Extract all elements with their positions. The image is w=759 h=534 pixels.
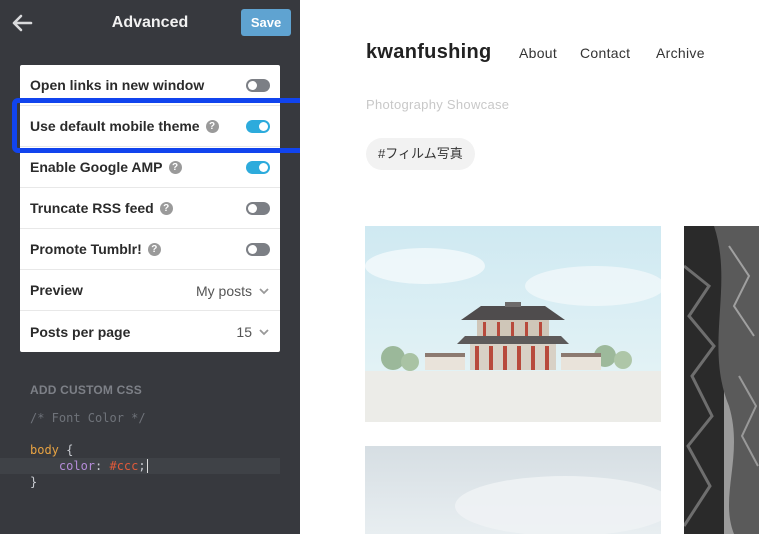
css-rule-close: } xyxy=(30,475,38,489)
arrow-left-icon xyxy=(12,14,33,32)
setting-promote-tumblr: Promote Tumblr! ? xyxy=(20,229,280,270)
post-photo-temple[interactable] xyxy=(365,226,661,422)
preview-select[interactable]: My posts xyxy=(196,270,270,311)
css-semicolon: ; xyxy=(138,459,146,473)
temple-image xyxy=(365,226,661,422)
nav-about[interactable]: About xyxy=(519,45,557,61)
setting-label: Posts per page xyxy=(30,323,131,340)
nav-archive[interactable]: Archive xyxy=(656,45,705,61)
css-selector: body xyxy=(30,443,59,457)
text-cursor xyxy=(146,459,148,473)
open-links-toggle[interactable] xyxy=(246,79,270,92)
css-rule-open: body { xyxy=(30,442,280,458)
custom-css-heading: ADD CUSTOM CSS xyxy=(30,383,142,397)
truncate-rss-toggle[interactable] xyxy=(246,202,270,215)
tag-pill[interactable]: #フィルム写真 xyxy=(366,138,475,170)
blog-title[interactable]: kwanfushing xyxy=(366,41,492,64)
customize-sidebar: Advanced Save Open links in new window U… xyxy=(0,0,300,534)
google-amp-toggle[interactable] xyxy=(246,161,270,174)
toggle-knob xyxy=(248,81,257,90)
post-photo-sky[interactable] xyxy=(365,446,661,534)
setting-google-amp: Enable Google AMP ? xyxy=(20,147,280,188)
tree-image xyxy=(684,226,759,534)
toggle-knob xyxy=(248,204,257,213)
css-value: #ccc xyxy=(109,459,139,473)
custom-css-editor[interactable]: /* Font Color */ body { color: #ccc; } xyxy=(0,410,280,490)
posts-per-page-value: 15 xyxy=(236,323,252,340)
nav-contact[interactable]: Contact xyxy=(580,45,630,61)
blog-description: Photography Showcase xyxy=(366,97,510,112)
css-property: color xyxy=(58,459,96,473)
sky-image xyxy=(365,446,661,534)
save-button[interactable]: Save xyxy=(241,9,291,36)
css-open-brace: { xyxy=(58,443,74,457)
setting-label: Truncate RSS feed xyxy=(30,200,154,216)
css-comment: /* Font Color */ xyxy=(30,411,146,425)
post-photo-tree[interactable] xyxy=(684,226,759,534)
setting-label: Promote Tumblr! xyxy=(30,241,142,257)
chevron-down-icon xyxy=(259,287,269,294)
posts-per-page-select[interactable]: 15 xyxy=(236,311,270,352)
sidebar-header: Advanced Save xyxy=(0,0,300,45)
css-colon: : xyxy=(95,459,110,473)
setting-posts-per-page: Posts per page 15 xyxy=(20,311,280,352)
chevron-down-icon xyxy=(259,328,269,335)
question-circle-icon[interactable]: ? xyxy=(147,242,161,256)
promote-tumblr-toggle[interactable] xyxy=(246,243,270,256)
setting-preview: Preview My posts xyxy=(20,270,280,311)
toggle-knob xyxy=(248,245,257,254)
back-button[interactable] xyxy=(8,10,36,36)
highlight-annotation xyxy=(12,98,325,153)
css-blank-line xyxy=(30,426,280,442)
question-circle-icon[interactable]: ? xyxy=(159,201,173,215)
preview-select-value: My posts xyxy=(195,282,252,299)
setting-label: Enable Google AMP xyxy=(30,159,163,175)
setting-label: Preview xyxy=(30,282,83,298)
setting-truncate-rss: Truncate RSS feed ? xyxy=(20,188,280,229)
setting-label: Open links in new window xyxy=(30,77,205,93)
question-circle-icon[interactable]: ? xyxy=(168,160,182,174)
toggle-knob xyxy=(259,163,268,172)
css-declaration: color: #ccc; xyxy=(0,458,280,474)
